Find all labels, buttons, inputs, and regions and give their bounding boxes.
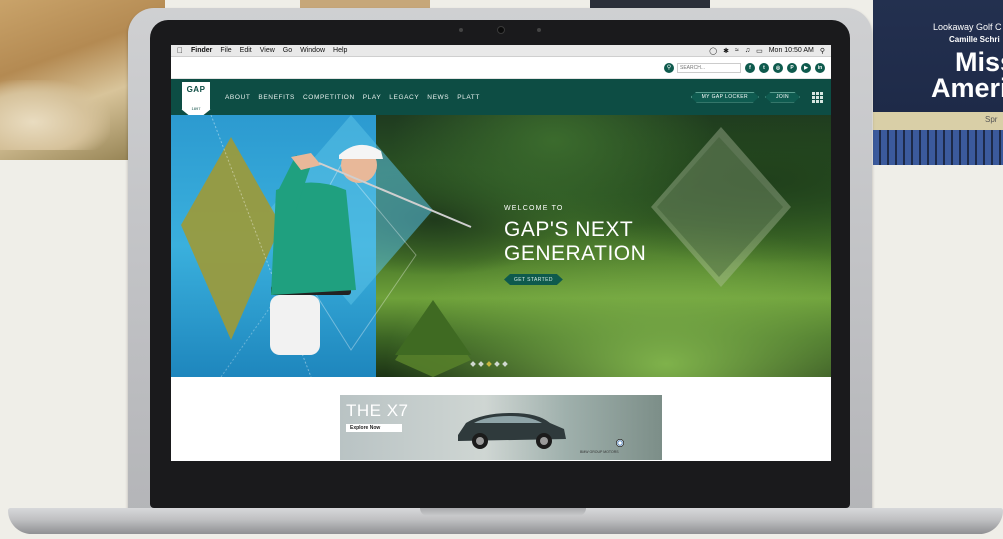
- nav-play[interactable]: PLAY: [363, 94, 382, 101]
- carousel-dot[interactable]: [478, 361, 484, 367]
- carousel-dot[interactable]: [494, 361, 500, 367]
- sensor-dot: [537, 28, 541, 32]
- hero-graphics: [181, 115, 791, 377]
- nav-competition[interactable]: COMPETITION: [303, 94, 355, 101]
- hero-welcome: WELCOME TO: [504, 205, 564, 212]
- nav-legacy[interactable]: LEGACY: [389, 94, 419, 101]
- poster-line-3: Miss: [955, 47, 1003, 77]
- laptop-notch: [420, 508, 586, 516]
- laptop-screen:  Finder File Edit View Go Window Help ◯…: [171, 45, 831, 461]
- car-image: [458, 413, 566, 449]
- clock[interactable]: Mon 10:50 AM: [769, 47, 814, 54]
- ad-fine-print: BMW GROUP MOTORS: [580, 450, 619, 454]
- hero-title: GAP'S NEXT GENERATION: [504, 218, 647, 265]
- carousel-dot[interactable]: [502, 361, 508, 367]
- menu-window[interactable]: Window: [300, 47, 325, 54]
- apple-icon[interactable]: : [177, 46, 183, 55]
- logo-year: 1897: [191, 106, 201, 111]
- hero-banner: WELCOME TO GAP'S NEXT GENERATION GET STA…: [171, 115, 831, 377]
- sensor-dot: [459, 28, 463, 32]
- my-gap-locker-button[interactable]: MY GAP LOCKER: [691, 92, 759, 103]
- carousel-dot[interactable]: [486, 361, 492, 367]
- instagram-icon[interactable]: ◎: [773, 62, 783, 73]
- menu-finder[interactable]: Finder: [191, 47, 212, 54]
- main-nav: GAP 1897 ABOUT BENEFITS COMPETITION PLAY…: [171, 79, 831, 121]
- status-area: ◯ ✱ ≈ ♫ ▭ Mon 10:50 AM ⚲: [709, 47, 825, 55]
- poster-pattern: [873, 130, 1003, 165]
- background-poster: Lookaway Golf C Camille Schri Miss Ameri…: [873, 0, 1003, 165]
- explore-now-button[interactable]: Explore Now: [346, 424, 402, 432]
- search: ⚲: [664, 62, 741, 73]
- menu-file[interactable]: File: [220, 47, 231, 54]
- page-content: THE X7 Explore Now BMW GROUP MOTORS: [171, 377, 831, 461]
- menu-help[interactable]: Help: [333, 47, 347, 54]
- twitter-icon[interactable]: t: [759, 62, 769, 73]
- poster-band: [873, 112, 1003, 130]
- camera-icon: [497, 26, 505, 34]
- menu-go[interactable]: Go: [283, 47, 292, 54]
- nav-news[interactable]: NEWS: [427, 94, 449, 101]
- bluetooth-icon[interactable]: ✱: [723, 47, 729, 55]
- join-button[interactable]: JOIN: [765, 92, 800, 103]
- nav-about[interactable]: ABOUT: [225, 94, 250, 101]
- notification-icon[interactable]: ◯: [709, 47, 717, 55]
- nav-platt[interactable]: PLATT: [457, 94, 480, 101]
- youtube-icon[interactable]: ▶: [801, 62, 811, 73]
- poster-line-5: Spr: [985, 115, 998, 124]
- carousel-indicators: [470, 361, 508, 367]
- menu-edit[interactable]: Edit: [240, 47, 252, 54]
- search-icon[interactable]: ⚲: [664, 62, 674, 73]
- poster-line-4: Ameri: [931, 73, 1003, 103]
- facebook-icon[interactable]: f: [745, 62, 755, 73]
- pinterest-icon[interactable]: P: [787, 62, 797, 73]
- battery-icon[interactable]: ▭: [756, 47, 763, 55]
- menu-view[interactable]: View: [260, 47, 275, 54]
- carousel-dot[interactable]: [470, 361, 476, 367]
- ad-title: THE X7: [346, 401, 409, 420]
- spotlight-icon[interactable]: ⚲: [820, 47, 825, 55]
- apps-grid-icon[interactable]: [812, 91, 823, 103]
- search-input[interactable]: [677, 62, 741, 73]
- nav-links: ABOUT BENEFITS COMPETITION PLAY LEGACY N…: [225, 94, 480, 101]
- wifi-icon[interactable]: ≈: [735, 47, 739, 54]
- poster-line-1: Lookaway Golf C: [933, 22, 1002, 32]
- get-started-button[interactable]: GET STARTED: [504, 274, 563, 285]
- nav-benefits[interactable]: BENEFITS: [258, 94, 295, 101]
- linkedin-icon[interactable]: in: [815, 62, 825, 73]
- nav-actions: MY GAP LOCKER JOIN: [691, 91, 823, 103]
- utility-bar: ⚲ f t ◎ P ▶ in: [171, 57, 831, 79]
- menu-bar:  Finder File Edit View Go Window Help ◯…: [171, 45, 831, 57]
- diamond-right-inner-shape: [657, 137, 783, 277]
- bmw-logo-icon: [616, 439, 624, 447]
- diamond-tree-shape-top: [395, 300, 471, 355]
- logo-text: GAP: [186, 85, 206, 94]
- bmw-ad-banner[interactable]: THE X7 Explore Now BMW GROUP MOTORS: [340, 395, 662, 460]
- volume-icon[interactable]: ♫: [745, 47, 750, 54]
- poster-line-2: Camille Schri: [949, 35, 1000, 44]
